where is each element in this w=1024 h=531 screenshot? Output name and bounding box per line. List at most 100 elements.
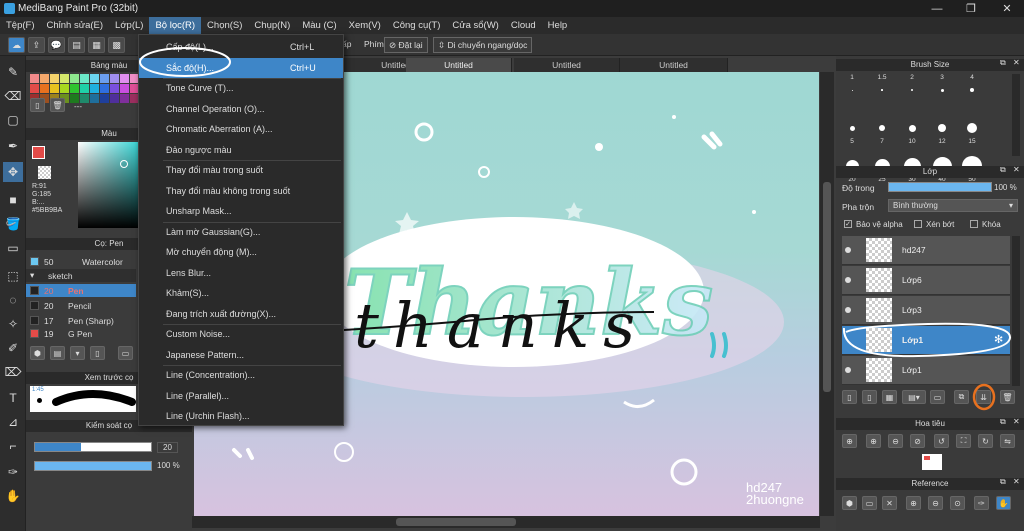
color-swatch[interactable] (50, 84, 59, 93)
color-swatch[interactable] (30, 74, 39, 83)
transparent-color[interactable] (38, 166, 51, 179)
vertical-scrollbar[interactable] (820, 72, 834, 516)
page-icon[interactable]: ▦ (88, 37, 105, 53)
new-layer-2-icon[interactable]: ▯ (862, 390, 877, 404)
color-swatch[interactable] (120, 74, 129, 83)
delete-layer-icon[interactable]: 🗑 (1000, 390, 1015, 404)
comic-icon[interactable]: ▤ (68, 37, 85, 53)
move-tool-icon[interactable]: ✥ (3, 162, 23, 182)
color-swatch[interactable] (80, 74, 89, 83)
horizontal-scroll-thumb[interactable] (396, 518, 516, 526)
minimize-button[interactable]: — (920, 0, 954, 17)
bucket-tool-icon[interactable]: 🪣 (3, 214, 23, 234)
menu-view[interactable]: Xem(V) (343, 17, 387, 34)
filter-menu-item[interactable]: Japanese Pattern... (139, 345, 343, 366)
select-tool-icon[interactable]: ⬚ (3, 266, 23, 286)
color-swatch[interactable] (30, 84, 39, 93)
brush-menu-icon[interactable]: ▤ (50, 346, 65, 360)
color-swatch[interactable] (50, 74, 59, 83)
eye-icon[interactable] (845, 247, 851, 253)
menu-filter[interactable]: Bộ lọc(R) (149, 17, 202, 34)
menu-window[interactable]: Cửa sổ(W) (446, 17, 504, 34)
move-direction-button[interactable]: ⇳ Di chuyển ngang/dọc (433, 37, 533, 53)
zoom-reset-icon[interactable]: ⊘ (910, 434, 925, 448)
ref-add-icon[interactable]: ⬢ (842, 496, 857, 510)
eraser-tool-icon[interactable]: ⌫ (3, 86, 23, 106)
filter-menu-item[interactable]: Line (Urchin Flash)... (139, 406, 343, 427)
size-value[interactable]: 20 (157, 442, 178, 453)
layer-scrollbar[interactable] (1012, 236, 1020, 386)
zoom-out-icon[interactable]: ⊖ (888, 434, 903, 448)
menu-edit[interactable]: Chỉnh sửa(E) (41, 17, 110, 34)
menu-color[interactable]: Màu (C) (296, 17, 342, 34)
rect-tool-icon[interactable]: ▢ (3, 110, 23, 130)
layer-row[interactable]: Lớp6 (842, 266, 1010, 295)
select-eraser-icon[interactable]: ⌦ (3, 362, 23, 382)
ref-hand-icon[interactable]: ✋ (996, 496, 1011, 510)
filter-menu-item[interactable]: Line (Concentration)... (139, 365, 343, 386)
menu-layer[interactable]: Lớp(L) (109, 17, 149, 34)
panel-close-icon[interactable]: ✕ (1013, 417, 1020, 426)
lasso-tool-icon[interactable]: ◌ (3, 290, 23, 310)
eye-icon[interactable] (845, 307, 851, 313)
share-icon[interactable]: ⇪ (28, 37, 45, 53)
color-swatch[interactable] (60, 84, 69, 93)
select-pen-icon[interactable]: ✐ (3, 338, 23, 358)
eye-icon[interactable] (845, 367, 851, 373)
filter-menu-item[interactable]: Đang trích xuất đường(X)... (139, 304, 343, 325)
comment-icon[interactable]: 💬 (48, 37, 65, 53)
color-swatch[interactable] (90, 74, 99, 83)
vertical-scroll-thumb[interactable] (823, 182, 831, 392)
tab-document-active[interactable]: Untitled (406, 58, 512, 72)
layer-row[interactable]: hd247 (842, 236, 1010, 265)
color-swatch[interactable] (90, 84, 99, 93)
panel-close-icon[interactable]: ✕ (1013, 477, 1020, 486)
color-swatch[interactable] (90, 94, 99, 103)
menu-file[interactable]: Tệp(F) (0, 17, 41, 34)
filter-menu-item[interactable]: Khảm(S)... (139, 283, 343, 304)
menu-select[interactable]: Chọn(S) (201, 17, 248, 34)
grid-icon[interactable]: ▩ (108, 37, 125, 53)
color-swatch[interactable] (110, 84, 119, 93)
add-swatch-icon[interactable]: ▯ (30, 98, 45, 112)
opacity-slider[interactable] (34, 461, 152, 471)
brush-size-dot[interactable] (849, 125, 855, 131)
brush-row[interactable]: 50 Watercolor (26, 255, 136, 268)
color-swatch[interactable] (70, 84, 79, 93)
brush-tool-icon[interactable]: ✎ (3, 62, 23, 82)
ref-eyedropper-icon[interactable]: ✑ (974, 496, 989, 510)
brush-size-dot[interactable] (881, 89, 883, 91)
panel-close-icon[interactable]: ✕ (1013, 165, 1020, 174)
zoom-in-icon[interactable]: ⊕ (866, 434, 881, 448)
new-layer-icon[interactable]: ▯ (842, 390, 857, 404)
pen-tool-icon[interactable]: ✒ (3, 136, 23, 156)
brush-size-dot[interactable] (967, 123, 977, 133)
fit-screen-icon[interactable]: ⛶ (956, 434, 971, 448)
color-swatch[interactable] (60, 74, 69, 83)
ref-close-icon[interactable]: ✕ (882, 496, 897, 510)
color-swatch[interactable] (80, 84, 89, 93)
ref-folder-icon[interactable]: ▭ (862, 496, 877, 510)
menu-help[interactable]: Help (542, 17, 574, 34)
fill-rect-tool-icon[interactable]: ■ (3, 190, 23, 210)
filter-menu-item[interactable]: Channel Operation (O)... (139, 99, 343, 120)
brush-row[interactable]: 17 Pen (Sharp) (26, 314, 136, 327)
menu-tools[interactable]: Công cụ(T) (387, 17, 447, 34)
brush-group[interactable]: ▾ sketch (26, 269, 136, 282)
ref-fit-icon[interactable]: ⊙ (950, 496, 965, 510)
brush-size-dot[interactable] (938, 124, 946, 132)
halftone-layer-icon[interactable]: ▦ (882, 390, 897, 404)
add-brush-icon[interactable]: ⬢ (30, 346, 45, 360)
brush-size-dot[interactable] (940, 88, 944, 92)
filter-menu-item[interactable]: Thay đổi màu không trong suốt (139, 181, 343, 202)
eye-icon[interactable] (845, 277, 851, 283)
brush-size-dot[interactable] (911, 89, 913, 91)
text-tool-icon[interactable]: T (3, 388, 23, 408)
eyedropper-tool-icon[interactable]: ⌐ (3, 436, 23, 456)
expand-icon[interactable]: ⧉ (1000, 477, 1006, 487)
rotate-left-icon[interactable]: ↺ (934, 434, 949, 448)
color-swatch[interactable] (110, 74, 119, 83)
filter-menu-item[interactable]: Chromatic Aberration (A)... (139, 119, 343, 140)
filter-menu-item[interactable]: Lens Blur... (139, 263, 343, 284)
navigator-thumbnail[interactable] (922, 454, 942, 470)
